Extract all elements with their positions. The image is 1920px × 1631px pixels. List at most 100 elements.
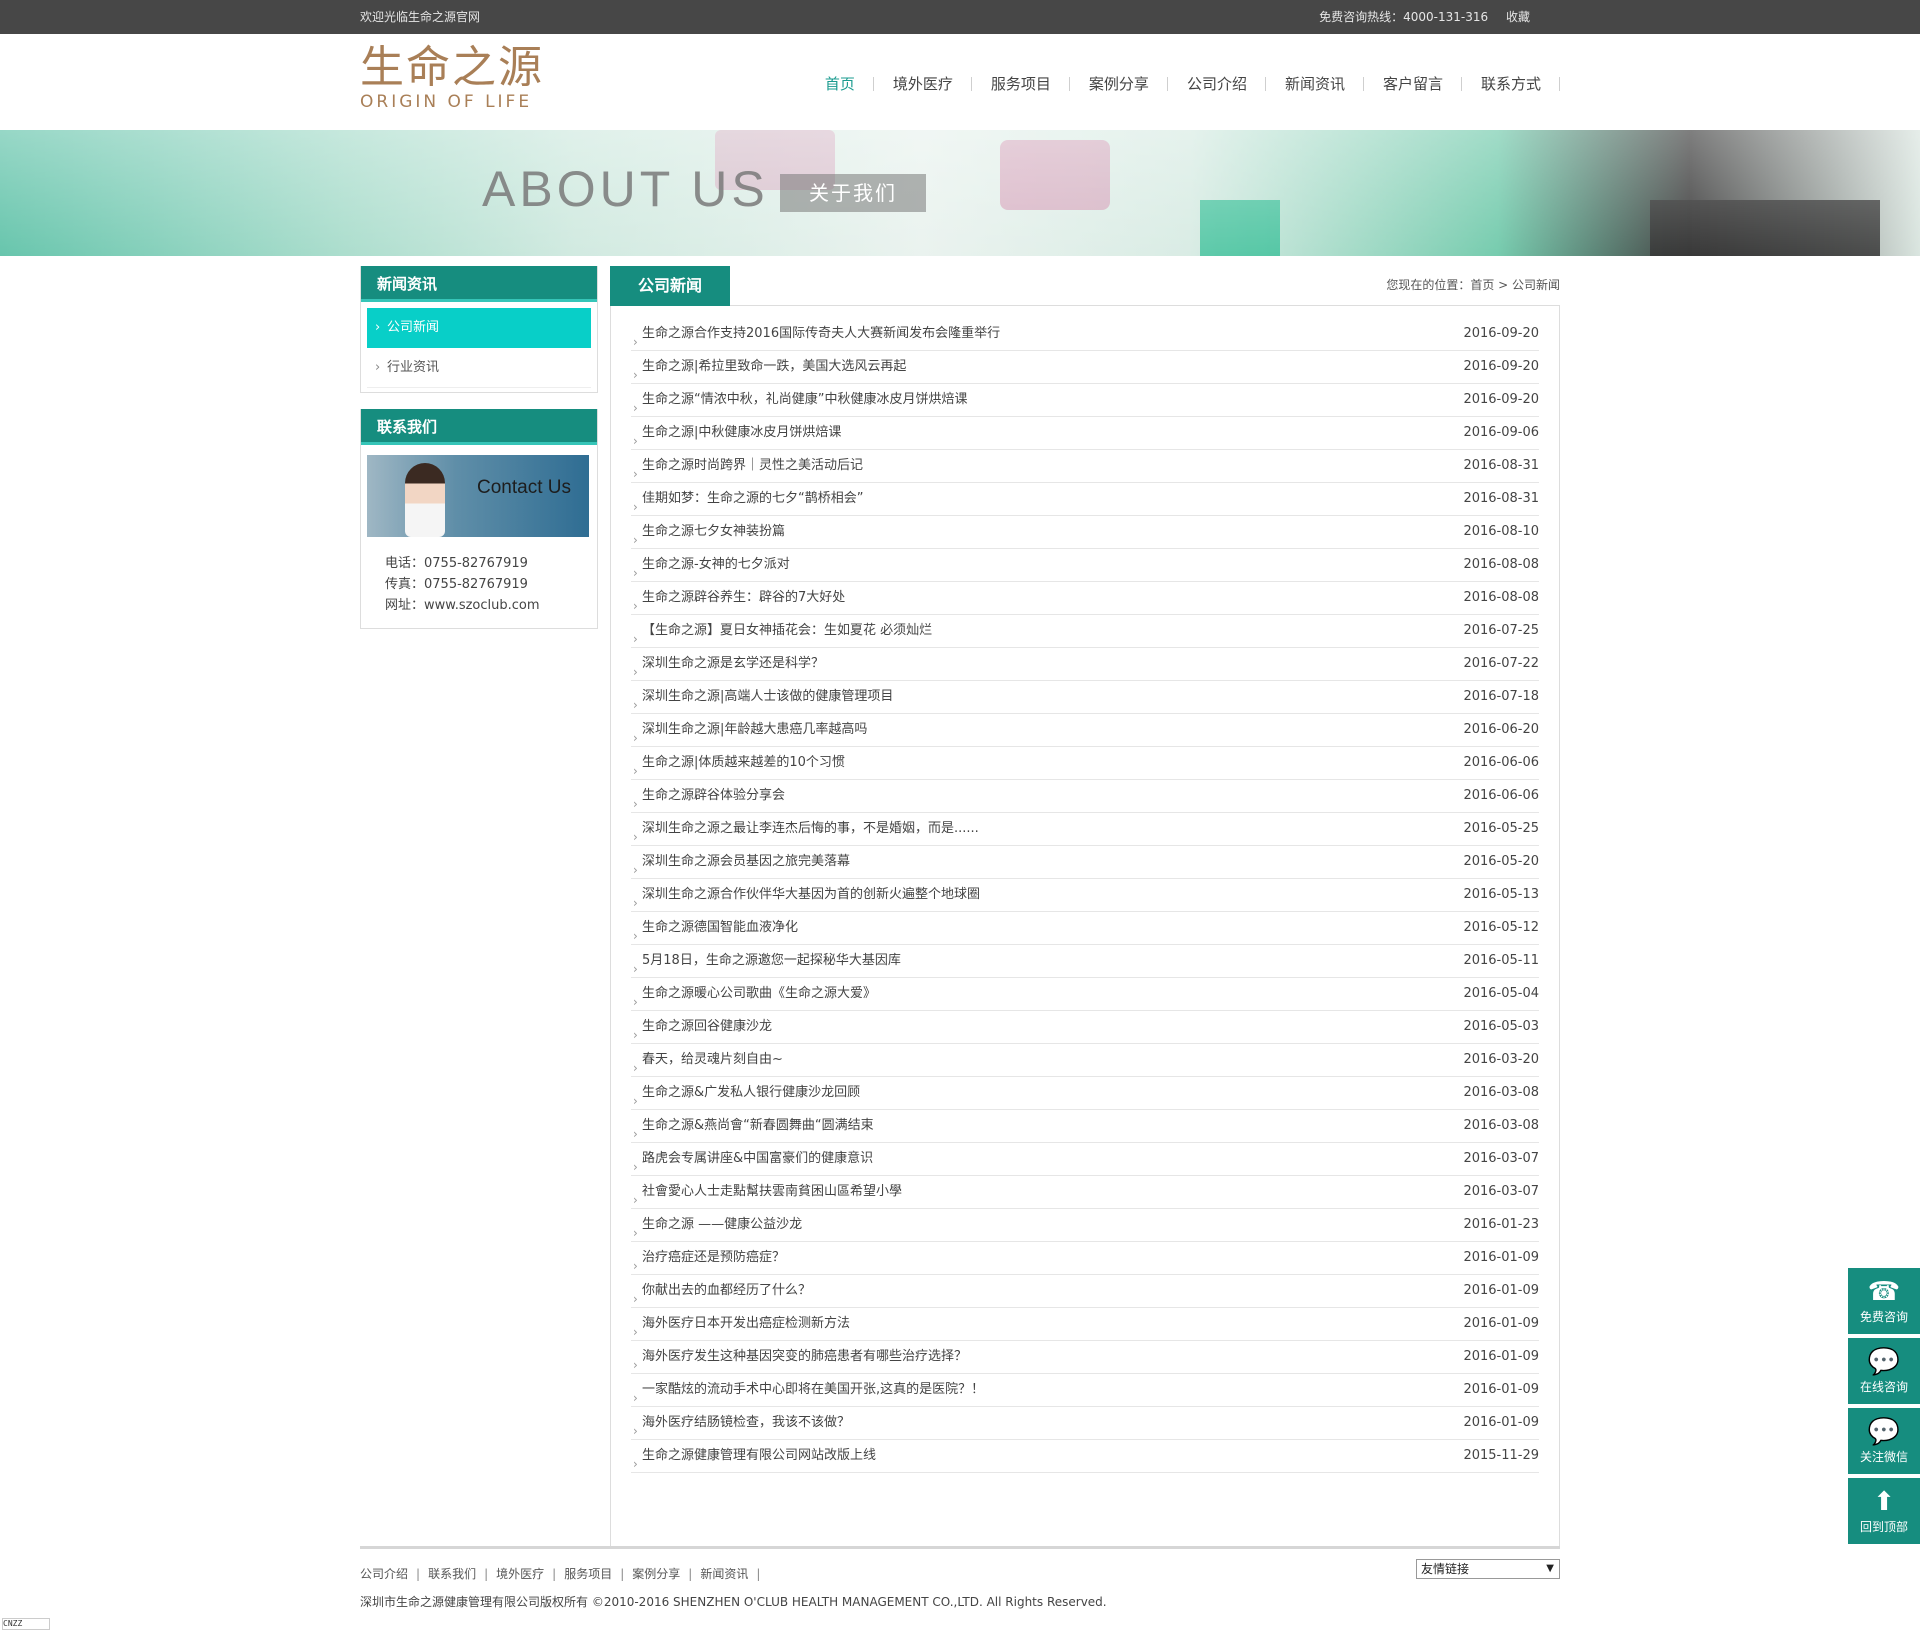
news-title[interactable]: 生命之源 ——健康公益沙龙: [631, 1217, 802, 1232]
news-row[interactable]: 生命之源辟谷体验分享会 2016-06-06: [631, 780, 1539, 813]
news-title[interactable]: 海外医疗日本开发出癌症检测新方法: [631, 1316, 850, 1331]
news-title[interactable]: 路虎会专属讲座&中国富豪们的健康意识: [631, 1151, 873, 1166]
nav-services[interactable]: 服务项目: [972, 74, 1070, 94]
news-row[interactable]: 深圳生命之源会员基因之旅完美落幕 2016-05-20: [631, 846, 1539, 879]
footer-link[interactable]: 境外医疗: [496, 1567, 544, 1581]
news-row[interactable]: 海外医疗发生这种基因突变的肺癌患者有哪些治疗选择？ 2016-01-09: [631, 1341, 1539, 1374]
news-row[interactable]: 5月18日，生命之源邀您一起探秘华大基因库 2016-05-11: [631, 945, 1539, 978]
news-title[interactable]: 海外医疗结肠镜检查，我该不该做？: [631, 1415, 850, 1430]
news-title[interactable]: 深圳生命之源|高端人士该做的健康管理项目: [631, 689, 893, 704]
contact-website: 网址：www.szoclub.com: [385, 598, 540, 613]
news-row[interactable]: 生命之源&广发私人银行健康沙龙回顾 2016-03-08: [631, 1077, 1539, 1110]
nav-messages[interactable]: 客户留言: [1364, 74, 1462, 94]
news-title[interactable]: 深圳生命之源会员基因之旅完美落幕: [631, 854, 850, 869]
nav-news[interactable]: 新闻资讯: [1266, 74, 1364, 94]
nav-about[interactable]: 公司介绍: [1168, 74, 1266, 94]
news-row[interactable]: 生命之源健康管理有限公司网站改版上线 2015-11-29: [631, 1440, 1539, 1473]
news-title[interactable]: 生命之源德国智能血液净化: [631, 920, 798, 935]
news-title[interactable]: 生命之源&广发私人银行健康沙龙回顾: [631, 1085, 860, 1100]
news-title[interactable]: 佳期如梦：生命之源的七夕“鹊桥相会”: [631, 491, 863, 506]
footer-link[interactable]: 公司介绍: [360, 1567, 408, 1581]
news-title[interactable]: 社會愛心人士走點幫扶雲南貧困山區希望小學: [631, 1184, 902, 1199]
news-row[interactable]: 生命之源|中秋健康冰皮月饼烘焙课 2016-09-06: [631, 417, 1539, 450]
news-row[interactable]: 生命之源时尚跨界｜灵性之美活动后记 2016-08-31: [631, 450, 1539, 483]
news-title[interactable]: 生命之源回谷健康沙龙: [631, 1019, 772, 1034]
nav-cases[interactable]: 案例分享: [1070, 74, 1168, 94]
news-title[interactable]: 生命之源|体质越来越差的10个习惯: [631, 755, 845, 770]
news-title[interactable]: 生命之源-女神的七夕派对: [631, 557, 790, 572]
news-title[interactable]: 生命之源合作支持2016国际传奇夫人大赛新闻发布会隆重举行: [631, 326, 1000, 341]
footer-link[interactable]: 新闻资讯: [700, 1567, 748, 1581]
news-title[interactable]: 春天，给灵魂片刻自由~: [631, 1052, 783, 1067]
news-row[interactable]: 佳期如梦：生命之源的七夕“鹊桥相会” 2016-08-31: [631, 483, 1539, 516]
news-row[interactable]: 你献出去的血都经历了什么？ 2016-01-09: [631, 1275, 1539, 1308]
news-title[interactable]: 深圳生命之源是玄学还是科学？: [631, 656, 824, 671]
news-row[interactable]: 生命之源回谷健康沙龙 2016-05-03: [631, 1011, 1539, 1044]
news-row[interactable]: 一家酷炫的流动手术中心即将在美国开张,这真的是医院？！ 2016-01-09: [631, 1374, 1539, 1407]
news-title[interactable]: 生命之源|中秋健康冰皮月饼烘焙课: [631, 425, 841, 440]
friend-links-select[interactable]: 友情链接 ▼: [1416, 1559, 1560, 1579]
news-row[interactable]: 路虎会专属讲座&中国富豪们的健康意识 2016-03-07: [631, 1143, 1539, 1176]
news-title[interactable]: 生命之源辟谷养生：辟谷的7大好处: [631, 590, 845, 605]
news-row[interactable]: 深圳生命之源是玄学还是科学？ 2016-07-22: [631, 648, 1539, 681]
news-title[interactable]: 生命之源|希拉里致命一跌，美国大选风云再起: [631, 359, 906, 374]
news-title[interactable]: 治疗癌症还是预防癌症？: [631, 1250, 785, 1265]
news-title[interactable]: 海外医疗发生这种基因突变的肺癌患者有哪些治疗选择？: [631, 1349, 967, 1364]
news-row[interactable]: 生命之源德国智能血液净化 2016-05-12: [631, 912, 1539, 945]
favorite-link[interactable]: 收藏: [1506, 10, 1530, 24]
news-title[interactable]: 深圳生命之源合作伙伴华大基因为首的创新火遍整个地球圈: [631, 887, 980, 902]
news-title[interactable]: 深圳生命之源之最让李连杰后悔的事，不是婚姻，而是......: [631, 821, 979, 836]
news-category-box: 新闻资讯 公司新闻 行业资讯: [360, 266, 598, 393]
news-row[interactable]: 生命之源辟谷养生：辟谷的7大好处 2016-08-08: [631, 582, 1539, 615]
news-title[interactable]: 生命之源暖心公司歌曲《生命之源大爱》: [631, 986, 876, 1001]
news-row[interactable]: 春天，给灵魂片刻自由~ 2016-03-20: [631, 1044, 1539, 1077]
news-title[interactable]: 生命之源时尚跨界｜灵性之美活动后记: [631, 458, 863, 473]
news-row[interactable]: 生命之源|体质越来越差的10个习惯 2016-06-06: [631, 747, 1539, 780]
news-title[interactable]: 深圳生命之源|年龄越大患癌几率越高吗: [631, 722, 867, 737]
news-row[interactable]: 海外医疗结肠镜检查，我该不该做？ 2016-01-09: [631, 1407, 1539, 1440]
news-row[interactable]: 深圳生命之源|年龄越大患癌几率越高吗 2016-06-20: [631, 714, 1539, 747]
news-row[interactable]: 生命之源-女神的七夕派对 2016-08-08: [631, 549, 1539, 582]
news-title[interactable]: 生命之源&燕尚會“新春圆舞曲“圆满结束: [631, 1118, 874, 1133]
news-row[interactable]: 深圳生命之源之最让李连杰后悔的事，不是婚姻，而是...... 2016-05-25: [631, 813, 1539, 846]
news-row[interactable]: 治疗癌症还是预防癌症？ 2016-01-09: [631, 1242, 1539, 1275]
sidebar-news-title: 新闻资讯: [361, 266, 597, 302]
contact-image: Contact Us: [367, 455, 589, 537]
news-row[interactable]: 生命之源暖心公司歌曲《生命之源大爱》 2016-05-04: [631, 978, 1539, 1011]
nav-home[interactable]: 首页: [806, 74, 874, 94]
news-title[interactable]: 生命之源七夕女神装扮篇: [631, 524, 785, 539]
back-to-top-button[interactable]: ⬆ 回到顶部: [1848, 1478, 1920, 1544]
news-row[interactable]: 深圳生命之源|高端人士该做的健康管理项目 2016-07-18: [631, 681, 1539, 714]
nav-contact[interactable]: 联系方式: [1462, 74, 1561, 94]
news-row[interactable]: 社會愛心人士走點幫扶雲南貧困山區希望小學 2016-03-07: [631, 1176, 1539, 1209]
sidebar-item-company-news[interactable]: 公司新闻: [367, 308, 591, 348]
news-title[interactable]: 生命之源辟谷体验分享会: [631, 788, 785, 803]
wechat-button[interactable]: 💬 关注微信: [1848, 1408, 1920, 1474]
cnzz-badge[interactable]: CNZZ: [2, 1618, 50, 1630]
news-row[interactable]: 生命之源“情浓中秋，礼尚健康”中秋健康冰皮月饼烘焙课 2016-09-20: [631, 384, 1539, 417]
news-title[interactable]: 生命之源健康管理有限公司网站改版上线: [631, 1448, 876, 1463]
news-row[interactable]: 生命之源&燕尚會“新春圆舞曲“圆满结束 2016-03-08: [631, 1110, 1539, 1143]
footer-link[interactable]: 案例分享: [632, 1567, 680, 1581]
news-row[interactable]: 生命之源合作支持2016国际传奇夫人大赛新闻发布会隆重举行 2016-09-20: [631, 318, 1539, 351]
sidebar-item-industry-news[interactable]: 行业资讯: [367, 348, 591, 388]
news-row[interactable]: 生命之源七夕女神装扮篇 2016-08-10: [631, 516, 1539, 549]
news-row[interactable]: 深圳生命之源合作伙伴华大基因为首的创新火遍整个地球圈 2016-05-13: [631, 879, 1539, 912]
news-title[interactable]: 生命之源“情浓中秋，礼尚健康”中秋健康冰皮月饼烘焙课: [631, 392, 967, 407]
nav-overseas-medical[interactable]: 境外医疗: [874, 74, 972, 94]
news-title[interactable]: 5月18日，生命之源邀您一起探秘华大基因库: [631, 953, 901, 968]
news-title[interactable]: 你献出去的血都经历了什么？: [631, 1283, 811, 1298]
news-row[interactable]: 【生命之源】夏日女神插花会：生如夏花 必须灿烂 2016-07-25: [631, 615, 1539, 648]
logo[interactable]: 生命之源 ORIGIN OF LIFE: [360, 46, 544, 113]
news-row[interactable]: 生命之源 ——健康公益沙龙 2016-01-23: [631, 1209, 1539, 1242]
news-title[interactable]: 一家酷炫的流动手术中心即将在美国开张,这真的是医院？！: [631, 1382, 984, 1397]
news-date: 2016-08-08: [1463, 557, 1539, 572]
news-row[interactable]: 生命之源|希拉里致命一跌，美国大选风云再起 2016-09-20: [631, 351, 1539, 384]
news-title[interactable]: 【生命之源】夏日女神插花会：生如夏花 必须灿烂: [631, 623, 932, 638]
free-consult-button[interactable]: ☎ 免费咨询: [1848, 1268, 1920, 1334]
footer-link[interactable]: 联系我们: [428, 1567, 476, 1581]
back-to-top-label: 回到顶部: [1859, 1520, 1908, 1534]
online-consult-button[interactable]: 💬 在线咨询: [1848, 1338, 1920, 1404]
footer-link[interactable]: 服务项目: [564, 1567, 612, 1581]
news-row[interactable]: 海外医疗日本开发出癌症检测新方法 2016-01-09: [631, 1308, 1539, 1341]
